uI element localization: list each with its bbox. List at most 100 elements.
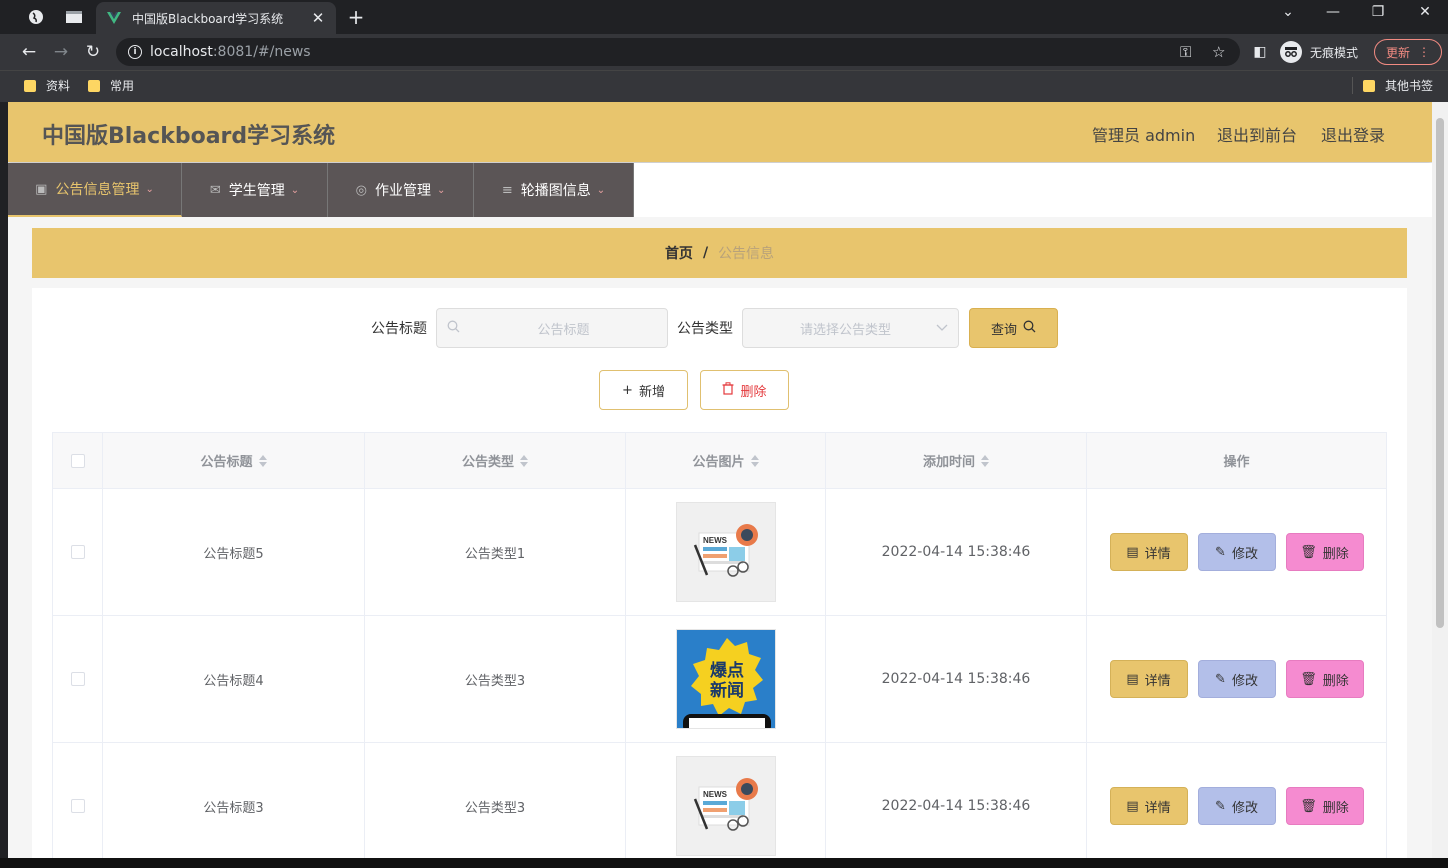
sort-icon[interactable] [750, 454, 759, 467]
bookmark-folder-1[interactable]: 资料 [24, 77, 70, 94]
chevron-down-icon[interactable]: ⌄ [1268, 4, 1308, 20]
tab-icon[interactable] [64, 7, 84, 27]
chevron-down-icon [936, 321, 948, 336]
menu-item-homework[interactable]: ◎ 作业管理 ⌄ [328, 163, 474, 217]
browser-address-bar: ← → ↻ i localhost:8081/#/news ⚿ ☆ ◧ 无痕模式… [0, 34, 1448, 70]
compass-icon: ◎ [355, 182, 367, 198]
edit-button[interactable]: ✎ 修改 [1197, 660, 1276, 698]
row-checkbox[interactable] [70, 672, 85, 686]
delete-button[interactable]: 🗑 删除 [1285, 533, 1364, 571]
column-header-type[interactable]: 公告类型 [365, 433, 626, 488]
menu-label: 公告信息管理 [55, 182, 140, 198]
menu-item-announcements[interactable]: ▣ 公告信息管理 ⌄ [8, 163, 182, 217]
delete-button[interactable]: 🗑 删除 [1285, 787, 1364, 825]
scrollbar-thumb[interactable] [1436, 118, 1444, 628]
plus-icon: + [622, 382, 633, 398]
image-cell: NEWS [626, 743, 826, 858]
type-cell: 公告类型3 [365, 743, 626, 858]
row-checkbox[interactable] [70, 799, 85, 813]
table-header: 公告标题 公告类型 公告图片 添加时间 操作 [53, 433, 1386, 489]
column-header-title[interactable]: 公告标题 [103, 433, 365, 488]
type-select[interactable]: 请选择公告类型 [742, 308, 959, 348]
column-header-time[interactable]: 添加时间 [826, 433, 1087, 488]
query-button[interactable]: 查询 [969, 308, 1058, 348]
row-checkbox[interactable] [70, 545, 85, 559]
news-paper-thumbnail[interactable]: NEWS [675, 756, 776, 856]
actions-cell: ▤ 详情 ✎ 修改 🗑 删除 [1087, 743, 1386, 858]
trash-icon: 🗑 [1300, 798, 1317, 814]
title-cell: 公告标题4 [103, 616, 365, 742]
back-icon[interactable]: ← [18, 41, 40, 63]
close-window-icon[interactable]: ✕ [1405, 4, 1445, 20]
row-select-cell [53, 616, 103, 742]
exit-to-front-link[interactable]: 退出到前台 [1217, 122, 1297, 146]
edit-button[interactable]: ✎ 修改 [1197, 533, 1276, 571]
add-button[interactable]: + 新增 [599, 370, 688, 410]
page-scrollbar[interactable] [1432, 102, 1448, 858]
browser-tab-bar: 中国版Blackboard学习系统 ✕ + ⌄ — ❐ ✕ [0, 0, 1448, 34]
star-icon[interactable]: ☆ [1212, 43, 1225, 61]
menu-item-students[interactable]: ✉ 学生管理 ⌄ [182, 163, 328, 217]
column-header-image[interactable]: 公告图片 [626, 433, 826, 488]
globe-icon[interactable] [26, 7, 46, 27]
select-all-cell [53, 433, 103, 488]
url-input[interactable]: i localhost:8081/#/news ⚿ ☆ [116, 38, 1240, 66]
bookmark-folder-2[interactable]: 常用 [88, 77, 134, 94]
breadcrumb: 首页 / 公告信息 [32, 228, 1407, 278]
mail-icon: ✉ [209, 182, 221, 198]
sort-icon[interactable] [981, 454, 989, 467]
detail-button[interactable]: ▤ 详情 [1109, 787, 1188, 825]
plus-icon[interactable]: + [344, 5, 368, 29]
restore-icon[interactable]: ❐ [1358, 4, 1398, 20]
key-icon[interactable]: ⚿ [1180, 43, 1191, 61]
forward-icon[interactable]: → [50, 41, 72, 63]
menu-label: 作业管理 [374, 183, 431, 199]
incognito-indicator[interactable]: 无痕模式 [1280, 40, 1358, 64]
title-search-input[interactable]: 公告标题 [436, 308, 668, 348]
folder-icon [24, 79, 36, 92]
table-row: 公告标题3 公告类型3 NEWS 2022-04-14 15:38:46 ▤ 详… [53, 743, 1386, 858]
folder-icon [88, 79, 100, 92]
other-bookmarks[interactable]: 其他书签 [1352, 77, 1433, 94]
breadcrumb-current: 公告信息 [718, 246, 775, 262]
select-all-checkbox[interactable] [70, 453, 85, 468]
reload-icon[interactable]: ↻ [82, 41, 104, 63]
bookmark-label: 常用 [110, 79, 135, 93]
edit-label: 修改 [1231, 546, 1258, 562]
browser-tab-active[interactable]: 中国版Blackboard学习系统 ✕ [96, 2, 336, 34]
update-button[interactable]: 更新 ⋮ [1374, 39, 1442, 65]
clipboard-icon: ▣ [35, 181, 48, 197]
update-label: 更新 [1385, 45, 1410, 60]
table-row: 公告标题4 公告类型3 爆点 新闻 2022-04-14 15:38:46 ▤ … [53, 616, 1386, 743]
type-select-placeholder: 请选择公告类型 [799, 322, 891, 338]
time-cell: 2022-04-14 15:38:46 [826, 489, 1087, 615]
menu-item-carousel[interactable]: ≡ 轮播图信息 ⌄ [474, 163, 634, 217]
detail-button[interactable]: ▤ 详情 [1109, 660, 1188, 698]
minimize-icon[interactable]: — [1313, 4, 1353, 20]
info-icon[interactable]: i [128, 45, 142, 59]
side-panel-icon[interactable]: ◧ [1249, 41, 1271, 63]
news-paper-thumbnail[interactable]: NEWS [675, 502, 776, 602]
folder-icon [1363, 79, 1375, 92]
detail-button[interactable]: ▤ 详情 [1109, 533, 1188, 571]
breaking-news-thumbnail[interactable]: 爆点 新闻 [675, 629, 776, 729]
sort-icon[interactable] [258, 454, 267, 467]
search-icon [447, 320, 460, 337]
chevron-down-icon: ⌄ [596, 184, 606, 196]
edit-button[interactable]: ✎ 修改 [1197, 787, 1276, 825]
delete-label: 删除 [1322, 673, 1349, 689]
batch-delete-button[interactable]: 删除 [700, 370, 789, 410]
chevron-down-icon: ⌄ [145, 183, 154, 195]
url-host: localhost [150, 44, 213, 60]
sort-icon[interactable] [520, 454, 528, 467]
type-cell: 公告类型3 [365, 616, 626, 742]
delete-label: 删除 [1322, 800, 1349, 816]
delete-label: 删除 [740, 384, 767, 400]
delete-button[interactable]: 🗑 删除 [1285, 660, 1364, 698]
top-menu: ▣ 公告信息管理 ⌄ ✉ 学生管理 ⌄ ◎ 作业管理 ⌄ ≡ 轮播图信息 ⌄ [8, 163, 1432, 217]
breadcrumb-home[interactable]: 首页 [665, 243, 693, 263]
close-icon[interactable]: ✕ [310, 9, 326, 27]
logout-link[interactable]: 退出登录 [1321, 122, 1385, 146]
other-bookmarks-label: 其他书签 [1385, 79, 1434, 93]
document-icon: ▤ [1126, 798, 1139, 814]
